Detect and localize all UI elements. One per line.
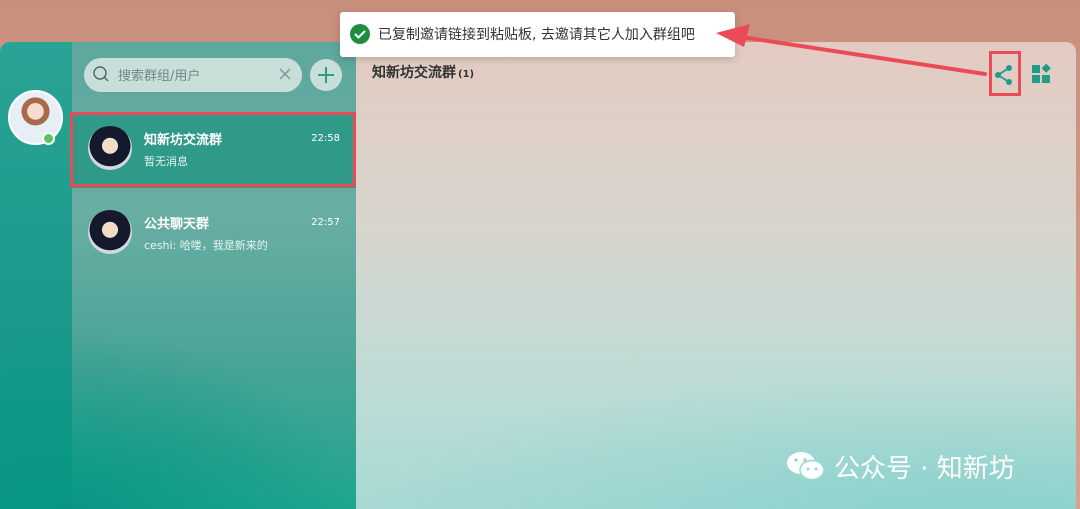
conversation-list-panel: 知新坊交流群 22:58 暂无消息 公共聊天群 22:57 ceshi: 哈喽，… [72,42,356,509]
conversation-name: 知新坊交流群 [144,133,223,148]
chat-app-window: 知新坊交流群 22:58 暂无消息 公共聊天群 22:57 ceshi: 哈喽，… [0,42,1076,509]
toast-notification: 已复制邀请链接到粘贴板, 去邀请其它人加入群组吧 [340,12,735,57]
background-decoration [356,369,1076,509]
clear-icon[interactable] [278,67,292,81]
conversation-preview: ceshi: 哈喽，我是新来的 [144,239,268,252]
conversation-time: 22:58 [311,133,340,144]
chat-title: 知新坊交流群 (1) [372,62,474,82]
add-button[interactable] [310,59,342,91]
toast-message: 已复制邀请链接到粘贴板, 去邀请其它人加入群组吧 [378,27,695,43]
share-icon[interactable] [993,63,1015,87]
plus-icon [318,67,334,83]
conversation-item-zhixinfang[interactable]: 知新坊交流群 22:58 暂无消息 [72,114,356,188]
apps-icon[interactable] [1031,64,1051,84]
conversation-name: 公共聊天群 [144,217,210,232]
conversation-item-public[interactable]: 公共聊天群 22:57 ceshi: 哈喽，我是新来的 [72,198,356,272]
chat-title-text: 知新坊交流群 [372,65,456,81]
conversation-preview: 暂无消息 [144,155,188,168]
online-status-icon [42,132,55,145]
wechat-icon [787,452,825,481]
watermark: 公众号 · 知新坊 [786,448,1015,484]
search-box [84,58,302,94]
member-count: (1) [458,69,475,80]
search-icon [93,66,109,82]
watermark-text: 公众号 · 知新坊 [834,453,1015,484]
search-input[interactable] [116,58,280,94]
group-avatar [88,210,132,254]
left-rail [0,42,72,509]
group-avatar [88,126,132,170]
check-circle-icon [350,24,370,44]
conversation-time: 22:57 [311,217,340,228]
